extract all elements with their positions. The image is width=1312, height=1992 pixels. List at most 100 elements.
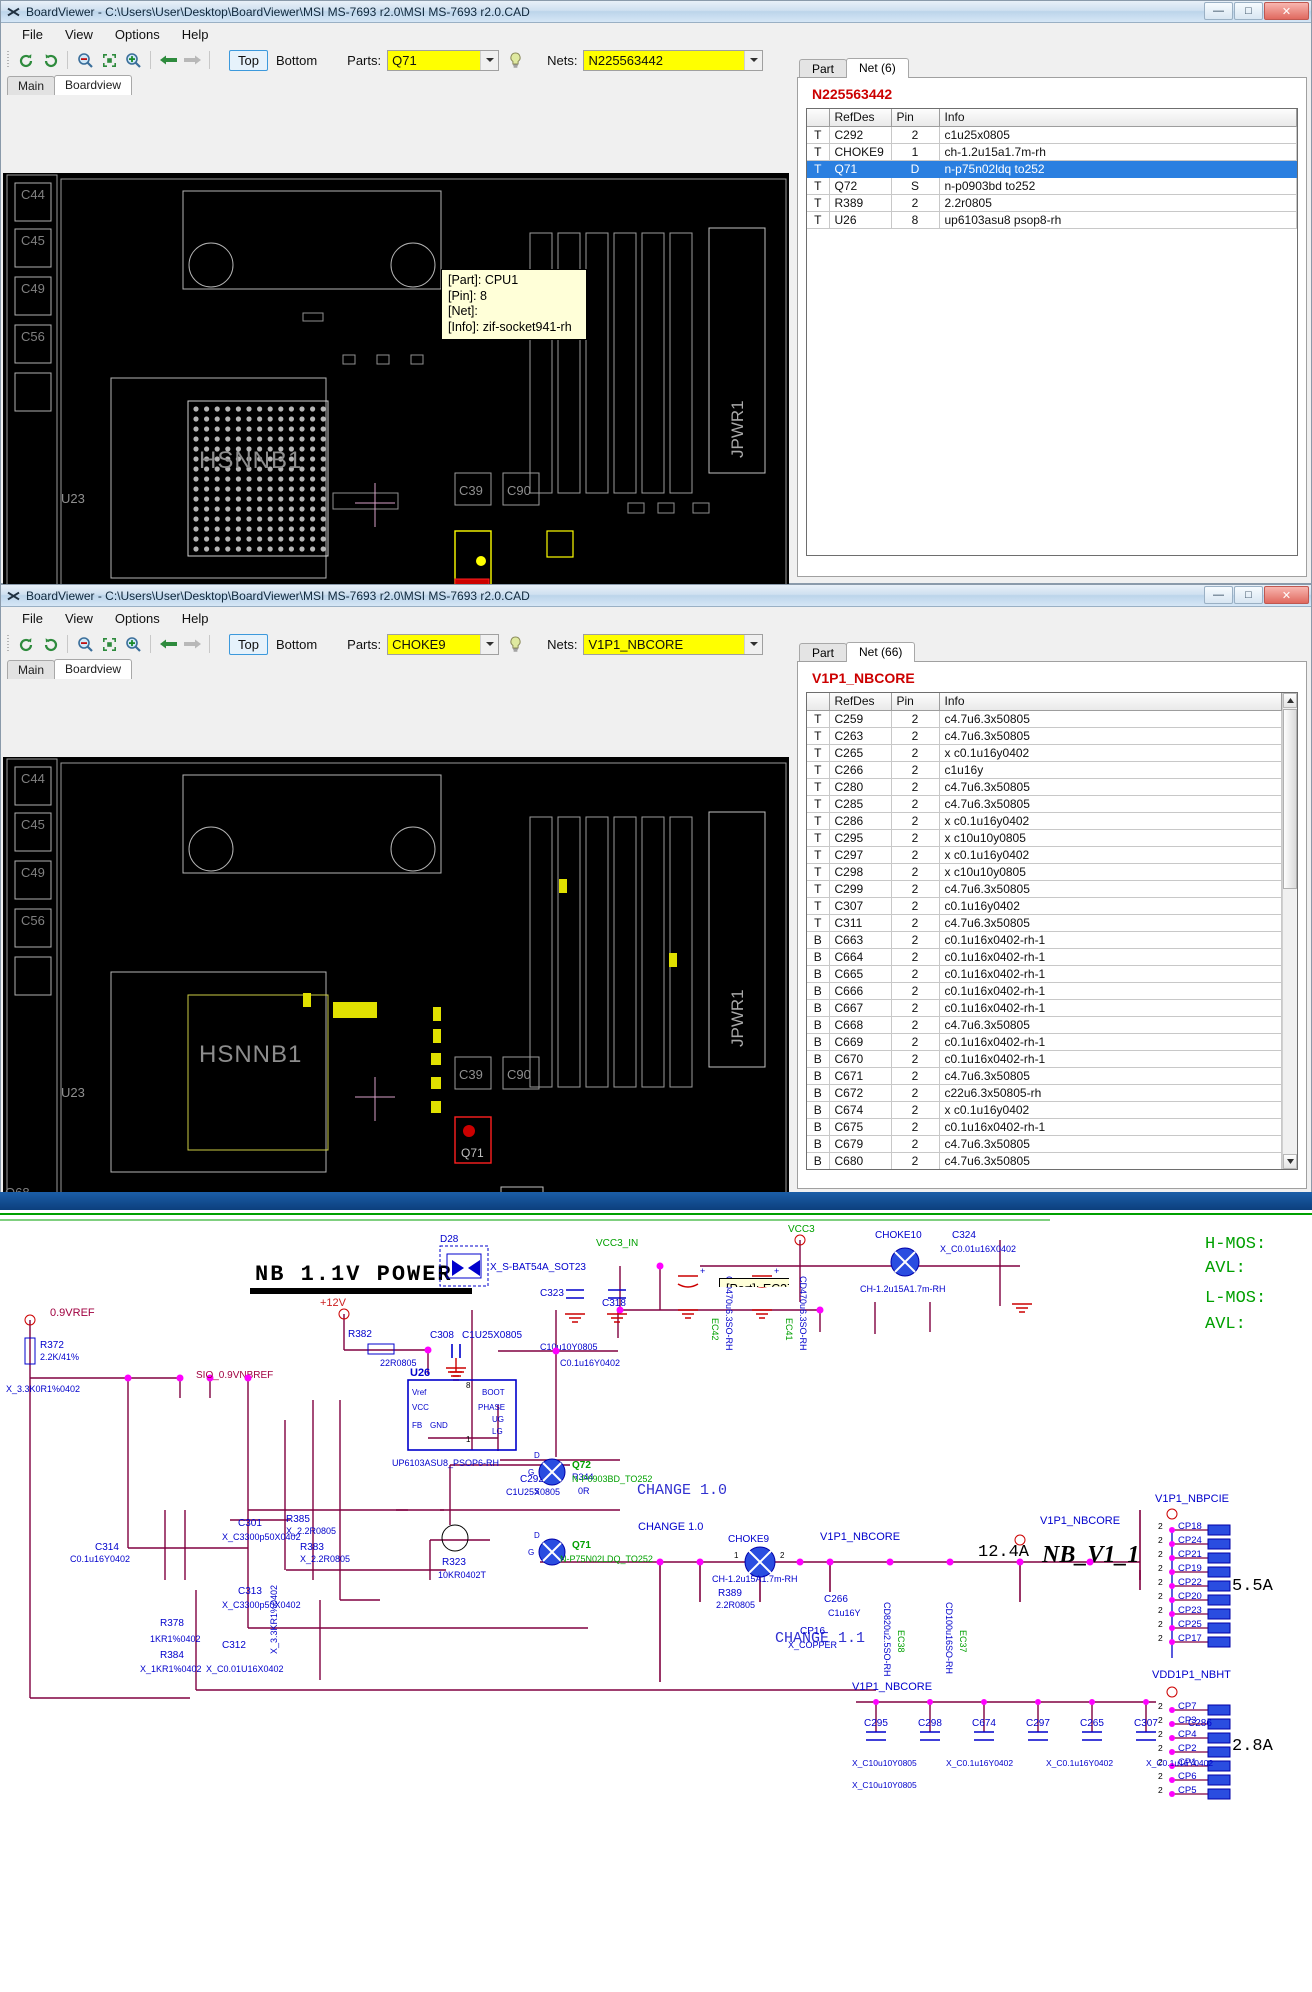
table-row[interactable]: B C667 2 c0.1u16x0402-rh-1 (807, 999, 1282, 1017)
table-row[interactable]: T CHOKE9 1 ch-1.2u15a1.7m-rh (807, 143, 1297, 161)
window-2-titlebar[interactable]: BoardViewer - C:\Users\User\Desktop\Boar… (1, 585, 1311, 607)
col-pin[interactable]: Pin (891, 693, 940, 711)
scroll-up-icon[interactable] (1283, 693, 1297, 708)
minimize-button[interactable]: — (1204, 2, 1233, 20)
table-row[interactable]: T C292 2 c1u25x0805 (807, 126, 1297, 144)
toolbar-grip[interactable] (5, 635, 11, 653)
parts-value[interactable]: Q71 (388, 50, 481, 70)
parts-combo[interactable]: CHOKE9 (387, 633, 500, 655)
scroll-down-icon[interactable] (1283, 1154, 1297, 1169)
pane-tab-part[interactable]: Part (799, 643, 848, 662)
net-table-scrollbar[interactable] (1282, 693, 1297, 1169)
col-refdes[interactable]: RefDes (829, 109, 892, 127)
rotate-cw-icon[interactable] (38, 632, 62, 656)
menu-view[interactable]: View (54, 609, 104, 628)
rotate-ccw-icon[interactable] (14, 48, 38, 72)
maximize-button[interactable]: □ (1234, 2, 1263, 20)
close-button[interactable]: ✕ (1264, 2, 1309, 20)
table-row[interactable]: B C675 2 c0.1u16x0402-rh-1 (807, 1118, 1282, 1136)
zoom-in-icon[interactable] (121, 48, 145, 72)
menu-file[interactable]: File (11, 25, 54, 44)
nets-combo[interactable]: N225563442 (583, 49, 764, 71)
menu-file[interactable]: File (11, 609, 54, 628)
side-toggle[interactable]: Top Bottom (229, 633, 325, 655)
menu-help[interactable]: Help (171, 609, 220, 628)
zoom-in-icon[interactable] (121, 632, 145, 656)
table-row[interactable]: B C669 2 c0.1u16x0402-rh-1 (807, 1033, 1282, 1051)
window-1-titlebar[interactable]: BoardViewer - C:\Users\User\Desktop\Boar… (1, 1, 1311, 23)
forward-arrow-icon[interactable] (180, 48, 204, 72)
table-row[interactable]: T Q72 Sn-p0903bd to252 (807, 177, 1297, 195)
nets-combo[interactable]: V1P1_NBCORE (583, 633, 764, 655)
col-side[interactable] (807, 693, 830, 711)
table-row[interactable]: B C665 2 c0.1u16x0402-rh-1 (807, 965, 1282, 983)
pane-tab-net[interactable]: Net (66) (846, 642, 916, 662)
zoom-fit-icon[interactable] (97, 632, 121, 656)
info-pane-1[interactable]: Part Net (6) N225563442 RefDes Pin Info … (793, 58, 1311, 581)
side-top-button[interactable]: Top (229, 49, 268, 71)
chevron-down-icon[interactable] (480, 634, 499, 654)
scrollbar-thumb[interactable] (1283, 709, 1297, 889)
minimize-button[interactable]: — (1204, 586, 1233, 604)
boardviewer-window-1[interactable]: BoardViewer - C:\Users\User\Desktop\Boar… (0, 0, 1312, 675)
table-row[interactable]: T R389 2 2.2r0805 (807, 194, 1297, 212)
menu-view[interactable]: View (54, 25, 104, 44)
table-row[interactable]: T C259 2 c4.7u6.3x50805 (807, 710, 1282, 728)
table-row[interactable]: B C672 2 c22u6.3x50805-rh (807, 1084, 1282, 1102)
menu-options[interactable]: Options (104, 25, 171, 44)
chevron-down-icon[interactable] (744, 634, 763, 654)
window-2-controls[interactable]: — □ ✕ (1204, 586, 1309, 604)
table-row[interactable]: T C311 2 c4.7u6.3x50805 (807, 914, 1282, 932)
table-row[interactable]: T C297 2 x c0.1u16y0402 (807, 846, 1282, 864)
net-table-1[interactable]: RefDes Pin Info T C292 2 c1u25x0805 T CHOKE9 1… (807, 109, 1297, 229)
menu-options[interactable]: Options (104, 609, 171, 628)
back-arrow-icon[interactable] (156, 632, 180, 656)
net-grid-2[interactable]: RefDes Pin Info T C259 2 c4.7u6.3x50805 T C26… (806, 692, 1298, 1170)
menu-help[interactable]: Help (171, 25, 220, 44)
table-row[interactable]: B C666 2 c0.1u16x0402-rh-1 (807, 982, 1282, 1000)
zoom-fit-icon[interactable] (97, 48, 121, 72)
tab-boardview[interactable]: Boardview (54, 75, 133, 95)
tab-main[interactable]: Main (7, 660, 56, 679)
side-bottom-button[interactable]: Bottom (268, 51, 325, 70)
table-row[interactable]: B C670 2 c0.1u16x0402-rh-1 (807, 1050, 1282, 1068)
table-row[interactable]: T C286 2 x c0.1u16y0402 (807, 812, 1282, 830)
toolbar-grip[interactable] (5, 51, 11, 69)
table-row[interactable]: T Q71 Dn-p75n02ldq to252 (807, 160, 1297, 178)
nets-value[interactable]: V1P1_NBCORE (584, 634, 745, 654)
table-row[interactable]: TCHOKE92ch-1.2u15a1.7m-rh (807, 1169, 1282, 1170)
side-top-button[interactable]: Top (229, 633, 268, 655)
side-bottom-button[interactable]: Bottom (268, 635, 325, 654)
boardviewer-window-2[interactable]: BoardViewer - C:\Users\User\Desktop\Boar… (0, 584, 1312, 1287)
col-info[interactable]: Info (939, 693, 1282, 711)
table-row[interactable]: T C280 2 c4.7u6.3x50805 (807, 778, 1282, 796)
table-row[interactable]: B C664 2 c0.1u16x0402-rh-1 (807, 948, 1282, 966)
pane-tabstrip-1[interactable]: Part Net (6) (793, 58, 1311, 78)
table-row[interactable]: T U26 8 up6103asu8 psop8-rh (807, 211, 1297, 229)
zoom-out-icon[interactable] (73, 632, 97, 656)
forward-arrow-icon[interactable] (180, 632, 204, 656)
window-1-controls[interactable]: — □ ✕ (1204, 2, 1309, 20)
table-row[interactable]: B C663 2 c0.1u16x0402-rh-1 (807, 931, 1282, 949)
lightbulb-icon[interactable] (505, 50, 525, 70)
table-row[interactable]: T C298 2 x c10u10y0805 (807, 863, 1282, 881)
table-row[interactable]: B C679 2 c4.7u6.3x50805 (807, 1135, 1282, 1153)
table-row[interactable]: T C263 2 c4.7u6.3x50805 (807, 727, 1282, 745)
net-grid-1[interactable]: RefDes Pin Info T C292 2 c1u25x0805 T CHOKE9 1… (806, 108, 1298, 556)
tab-main[interactable]: Main (7, 76, 56, 95)
side-toggle[interactable]: Top Bottom (229, 49, 325, 71)
chevron-down-icon[interactable] (480, 50, 499, 70)
maximize-button[interactable]: □ (1234, 586, 1263, 604)
pane-tab-net[interactable]: Net (6) (846, 58, 909, 78)
rotate-cw-icon[interactable] (38, 48, 62, 72)
table-row[interactable]: T C299 2 c4.7u6.3x50805 (807, 880, 1282, 898)
chevron-down-icon[interactable] (744, 50, 763, 70)
col-side[interactable] (807, 109, 830, 127)
zoom-out-icon[interactable] (73, 48, 97, 72)
nets-value[interactable]: N225563442 (584, 50, 745, 70)
pane-tab-part[interactable]: Part (799, 59, 848, 78)
table-row[interactable]: T C265 2 x c0.1u16y0402 (807, 744, 1282, 762)
close-button[interactable]: ✕ (1264, 586, 1309, 604)
table-row[interactable]: B C674 2 x c0.1u16y0402 (807, 1101, 1282, 1119)
col-refdes[interactable]: RefDes (829, 693, 892, 711)
